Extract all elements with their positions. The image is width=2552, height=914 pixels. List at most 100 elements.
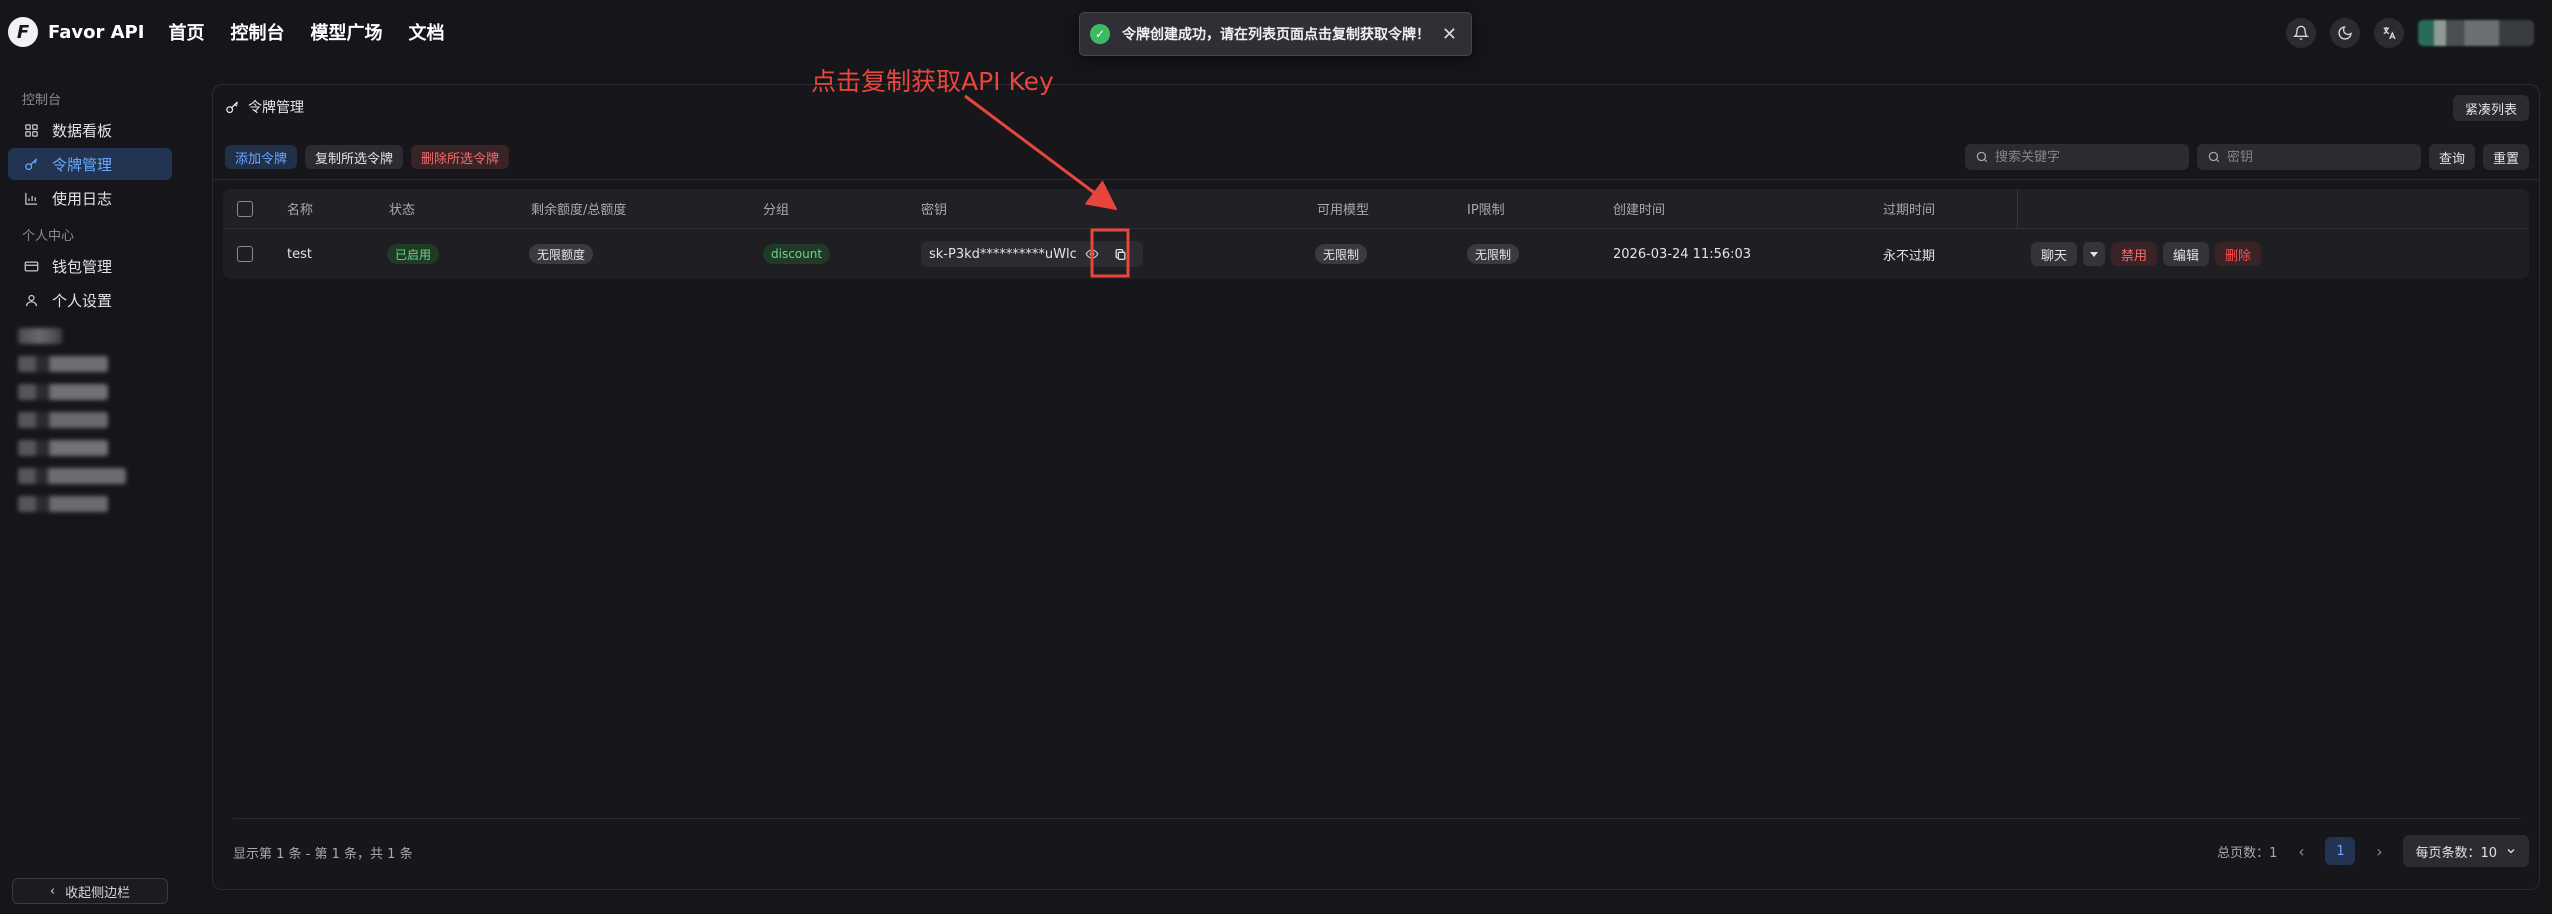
disable-button[interactable]: 禁用 <box>2111 242 2158 266</box>
api-key-text: sk-P3kd**********uWlc <box>929 246 1077 262</box>
sidebar-item-label: 个人设置 <box>52 291 113 310</box>
col-quota[interactable]: 剩余额度/总额度 <box>531 199 626 218</box>
group-badge: discount <box>763 244 831 264</box>
brand-name[interactable]: Favor API <box>48 22 144 43</box>
chevron-left-icon: ‹ <box>49 883 56 899</box>
expire-time: 永不过期 <box>1883 248 1936 264</box>
page-size-label: 每页条数：10 <box>2415 845 2497 861</box>
collapse-sidebar-button[interactable]: ‹ 收起侧边栏 <box>12 878 168 904</box>
page-size-select[interactable]: 每页条数：10 <box>2403 835 2529 867</box>
token-name: test <box>287 246 312 262</box>
copy-selected-tokens-button[interactable]: 复制所选令牌 <box>305 145 404 169</box>
col-key[interactable]: 密钥 <box>921 199 947 218</box>
chat-button[interactable]: 聊天 <box>2031 242 2078 266</box>
quota-cell: 无限额度 <box>529 244 594 264</box>
redacted-sidebar-item[interactable] <box>18 496 108 512</box>
delete-selected-tokens-button[interactable]: 删除所选令牌 <box>411 145 510 169</box>
eye-icon[interactable] <box>1085 247 1099 261</box>
chevron-down-icon <box>2505 845 2517 857</box>
keyword-search-box[interactable] <box>1964 144 2189 170</box>
dark-mode-moon-icon[interactable] <box>2330 18 2360 48</box>
current-page-button[interactable]: 1 <box>2325 837 2356 865</box>
table-header: 名称 状态 剩余额度/总额度 分组 密钥 可用模型 IP限制 创建时间 过期时间 <box>223 189 2529 229</box>
total-pages: 总页数：1 <box>2217 845 2278 861</box>
row-checkbox[interactable] <box>237 246 253 262</box>
token-table: 名称 状态 剩余额度/总额度 分组 密钥 可用模型 IP限制 创建时间 过期时间… <box>223 189 2529 279</box>
reset-button[interactable]: 重置 <box>2482 144 2529 170</box>
sidebar-item-wallet[interactable]: 钱包管理 <box>8 250 172 282</box>
edit-button[interactable]: 编辑 <box>2163 242 2210 266</box>
col-group[interactable]: 分组 <box>763 199 789 218</box>
sidebar-item-label: 钱包管理 <box>52 257 113 276</box>
prev-page-chevron-icon[interactable]: ‹ <box>2289 837 2313 865</box>
add-token-button[interactable]: 添加令牌 <box>225 145 298 169</box>
select-all-checkbox-cell <box>237 200 253 217</box>
wallet-icon <box>22 257 40 275</box>
col-expires[interactable]: 过期时间 <box>1883 199 1935 218</box>
success-check-icon: ✓ <box>1090 24 1110 44</box>
user-icon <box>22 291 40 309</box>
redacted-sidebar-item[interactable] <box>18 412 108 428</box>
nav-docs[interactable]: 文档 <box>408 19 444 45</box>
compact-list-button[interactable]: 紧凑列表 <box>2452 95 2529 121</box>
col-ip[interactable]: IP限制 <box>1467 199 1505 218</box>
status-badge: 已启用 <box>387 244 440 264</box>
sidebar-item-token-management[interactable]: 令牌管理 <box>8 148 172 180</box>
user-avatar[interactable] <box>2418 20 2534 46</box>
copy-key-button[interactable] <box>1107 241 1135 267</box>
quota-badge: 无限额度 <box>529 244 594 264</box>
col-status[interactable]: 状态 <box>389 199 415 218</box>
next-page-chevron-icon[interactable]: › <box>2367 837 2391 865</box>
key-icon <box>22 155 40 173</box>
col-created[interactable]: 创建时间 <box>1613 199 1665 218</box>
redacted-sidebar-item[interactable] <box>18 328 62 344</box>
redacted-sidebar-item[interactable] <box>18 384 108 400</box>
search-icon <box>1975 150 1989 164</box>
redacted-sidebar-item[interactable] <box>18 440 108 456</box>
keyword-search-input[interactable] <box>1994 149 2175 165</box>
nav-home[interactable]: 首页 <box>168 19 204 45</box>
column-divider <box>2017 189 2018 229</box>
sidebar: 控制台 数据看板 令牌管理 使用日志 个人中心 钱包管理 个人设置 <box>0 84 180 914</box>
col-models[interactable]: 可用模型 <box>1317 199 1369 218</box>
success-toast: ✓ 令牌创建成功，请在列表页面点击复制获取令牌！ ✕ <box>1079 12 1472 56</box>
redacted-sidebar-item[interactable] <box>18 468 126 484</box>
sidebar-item-label: 令牌管理 <box>52 155 113 174</box>
header-actions <box>2286 18 2534 48</box>
key-search-box[interactable] <box>2196 144 2421 170</box>
sidebar-item-personal-settings[interactable]: 个人设置 <box>8 284 172 316</box>
query-button[interactable]: 查询 <box>2428 144 2475 170</box>
select-all-checkbox[interactable] <box>237 200 253 217</box>
brand-logo[interactable]: F <box>8 17 38 47</box>
collapse-sidebar-label: 收起侧边栏 <box>65 885 131 901</box>
sidebar-item-usage-logs[interactable]: 使用日志 <box>8 182 172 214</box>
caret-down-icon <box>2089 249 2099 259</box>
token-management-panel: 令牌管理 紧凑列表 添加令牌 复制所选令牌 删除所选令牌 查询 重置 名 <box>212 84 2540 890</box>
language-translate-icon[interactable] <box>2374 18 2404 48</box>
pagination: 总页数：1 ‹ 1 › 每页条数：10 <box>2217 835 2529 867</box>
chat-dropdown-button[interactable] <box>2083 242 2106 266</box>
pagination-summary: 显示第 1 条 - 第 1 条，共 1 条 <box>233 847 413 862</box>
redacted-sidebar-item[interactable] <box>18 356 108 372</box>
chart-icon <box>22 189 40 207</box>
delete-button[interactable]: 删除 <box>2215 242 2262 266</box>
sidebar-item-dashboard[interactable]: 数据看板 <box>8 114 172 146</box>
notification-bell-icon[interactable] <box>2286 18 2316 48</box>
col-name[interactable]: 名称 <box>287 199 313 218</box>
dashboard-icon <box>22 121 40 139</box>
toolbar-divider <box>213 179 2539 180</box>
toast-close-icon[interactable]: ✕ <box>1442 24 1457 45</box>
models-badge: 无限制 <box>1315 244 1368 264</box>
top-nav: 首页 控制台 模型广场 文档 <box>168 19 444 45</box>
nav-model-plaza[interactable]: 模型广场 <box>310 19 382 45</box>
sidebar-section-personal: 个人中心 <box>22 228 75 244</box>
status-cell: 已启用 <box>387 244 440 264</box>
key-icon <box>225 100 240 115</box>
key-search-input[interactable] <box>2226 149 2407 165</box>
search-icon <box>2207 150 2221 164</box>
key-cell: sk-P3kd**********uWlc <box>921 241 1143 267</box>
panel-title: 令牌管理 <box>225 97 304 117</box>
panel-title-text: 令牌管理 <box>248 100 304 116</box>
row-checkbox-cell <box>237 246 253 262</box>
nav-console[interactable]: 控制台 <box>230 19 284 45</box>
